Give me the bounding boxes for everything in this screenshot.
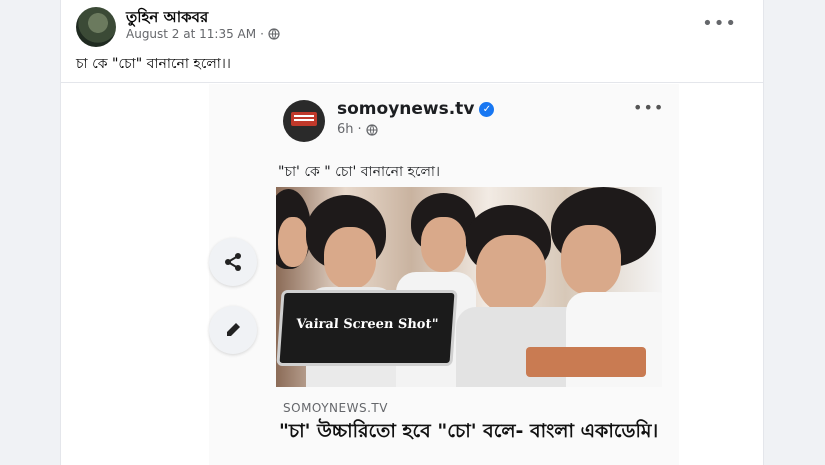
divider bbox=[61, 82, 763, 83]
embedded-caption: "চা' কে " চো' বানানো হলো। bbox=[278, 164, 440, 180]
meta-separator: · bbox=[260, 27, 264, 41]
post-caption: চা কে "চো" বানানো হলো।। bbox=[76, 56, 231, 72]
link-source: SOMOYNEWS.TV bbox=[283, 401, 388, 415]
inner-more-icon: ••• bbox=[633, 98, 665, 117]
page-logo-icon bbox=[291, 112, 317, 126]
edit-button[interactable] bbox=[209, 306, 257, 354]
share-icon bbox=[225, 253, 241, 271]
pencil-icon bbox=[227, 323, 240, 336]
page-time-separator: · bbox=[357, 122, 362, 137]
page-post-time: 6h · bbox=[337, 122, 378, 137]
globe-icon bbox=[366, 123, 378, 136]
post-meta: August 2 at 11:35 AM · bbox=[126, 27, 280, 41]
page-avatar bbox=[283, 100, 325, 142]
more-options-icon[interactable]: ••• bbox=[702, 13, 737, 34]
watermark-badge: Vairal Screen Shot" bbox=[276, 290, 458, 366]
author-avatar[interactable] bbox=[76, 7, 116, 47]
link-headline: "চা' উচ্চারিতো হবে "চো' বলে- বাংলা একাডে… bbox=[279, 420, 659, 442]
page-name: somoynews.tv ✓ bbox=[337, 99, 495, 119]
post-timestamp[interactable]: August 2 at 11:35 AM bbox=[126, 27, 256, 41]
post-card: তুহিন আকবর August 2 at 11:35 AM · ••• চা… bbox=[60, 0, 764, 465]
page-time-text: 6h bbox=[337, 122, 354, 137]
globe-icon[interactable] bbox=[268, 28, 280, 40]
page-name-text: somoynews.tv bbox=[337, 99, 475, 119]
watermark-text: Vairal Screen Shot" bbox=[295, 317, 439, 332]
verified-badge-icon: ✓ bbox=[479, 101, 495, 117]
share-button[interactable] bbox=[209, 238, 257, 286]
